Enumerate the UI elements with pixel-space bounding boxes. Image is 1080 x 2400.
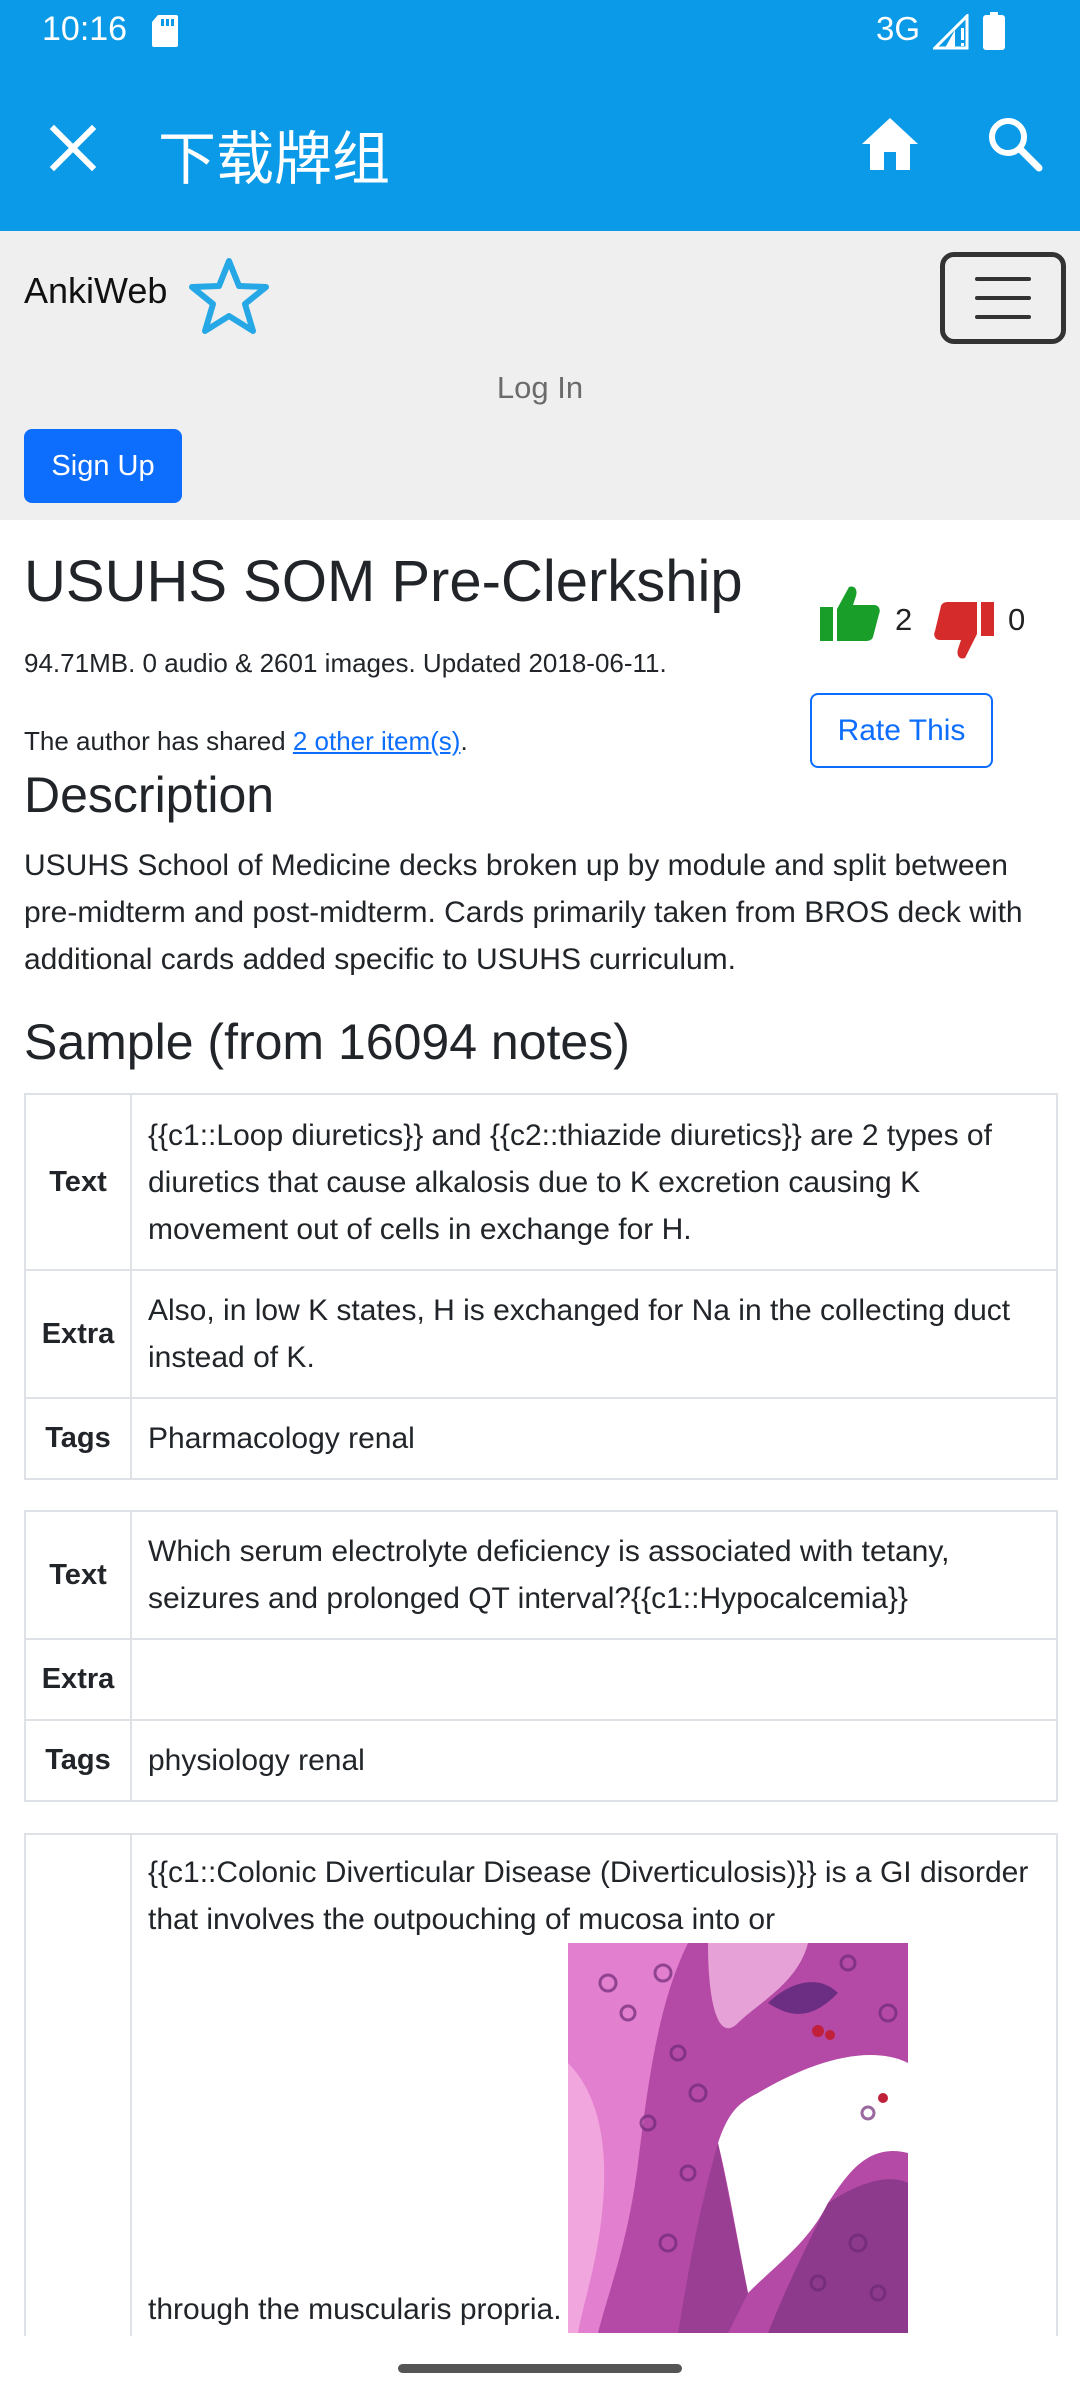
battery-icon [983, 12, 1005, 50]
signup-button[interactable]: Sign Up [24, 429, 182, 503]
note-text-row: {{c1::Colonic Diverticular Disease (Dive… [24, 1833, 1058, 2395]
app-bar-title: 下载牌组 [158, 125, 391, 193]
colon-histology-image [567, 1943, 908, 2333]
sample-note-1: Text {{c1::Loop diuretics}} and {{c2::th… [24, 1093, 1058, 1480]
thumbs-up-icon[interactable] [818, 583, 882, 643]
deck-meta: 94.71MB. 0 audio & 2601 images. Updated … [24, 648, 667, 678]
note-extra-row: Extra Also, in low K states, H is exchan… [24, 1269, 1058, 1399]
close-icon[interactable] [40, 115, 106, 181]
hamburger-menu-icon[interactable] [940, 252, 1066, 344]
shared-prefix: The author has shared [24, 726, 293, 756]
shared-items-line: The author has shared 2 other item(s). [24, 726, 468, 757]
note-tags-row: Tags physiology renal [24, 1719, 1058, 1802]
field-value: Also, in low K states, H is exchanged fo… [130, 1269, 1058, 1399]
field-label: Text [24, 1093, 132, 1271]
ankiweb-brand[interactable]: AnkiWeb [24, 270, 167, 312]
network-type: 3G [876, 10, 921, 47]
description-text: USUHS School of Medicine decks broken up… [24, 849, 1023, 976]
field-value: {{c1::Loop diuretics}} and {{c2::thiazid… [130, 1093, 1058, 1271]
field-text-line-2: through the muscularis propria. [148, 2293, 562, 2326]
field-label [24, 1833, 132, 2395]
description-heading: Description [24, 767, 275, 823]
field-text-line-1: {{c1::Colonic Diverticular Disease (Dive… [148, 1856, 1029, 1936]
other-items-link[interactable]: 2 other item(s) [293, 726, 461, 756]
note-text-row: Text {{c1::Loop diuretics}} and {{c2::th… [24, 1093, 1058, 1271]
home-icon[interactable] [858, 112, 922, 176]
ankiweb-star-logo-icon[interactable] [186, 255, 272, 341]
field-value: Pharmacology renal [130, 1397, 1058, 1480]
deck-title: USUHS SOM Pre-Clerkship [24, 549, 743, 614]
thumbs-down-count: 0 [1008, 602, 1026, 637]
signal-icon [933, 14, 969, 50]
field-value: Which serum electrolyte deficiency is as… [130, 1510, 1058, 1640]
gesture-navigation-bar[interactable] [398, 2364, 682, 2373]
note-extra-row: Extra [24, 1638, 1058, 1721]
field-label: Tags [24, 1397, 132, 1480]
login-link[interactable]: Log In [0, 370, 1080, 406]
field-value [130, 1638, 1058, 1721]
note-text-row: Text Which serum electrolyte deficiency … [24, 1510, 1058, 1640]
status-bar: 10:16 3G [0, 0, 1080, 62]
field-label: Extra [24, 1269, 132, 1399]
thumbs-down-icon[interactable] [932, 600, 996, 662]
sample-note-2: Text Which serum electrolyte deficiency … [24, 1510, 1058, 1802]
field-value: {{c1::Colonic Diverticular Disease (Dive… [130, 1833, 1058, 2395]
field-label: Extra [24, 1638, 132, 1721]
note-tags-row: Tags Pharmacology renal [24, 1397, 1058, 1480]
thumbs-up-count: 2 [895, 602, 913, 637]
status-time: 10:16 [42, 10, 128, 48]
app-top-bar: 10:16 3G 下载牌组 [0, 0, 1080, 231]
shared-suffix: . [460, 726, 468, 756]
rate-this-button[interactable]: Rate This [810, 693, 993, 768]
sd-card-icon [152, 15, 178, 47]
field-label: Tags [24, 1719, 132, 1802]
field-label: Text [24, 1510, 132, 1640]
field-value: physiology renal [130, 1719, 1058, 1802]
search-icon[interactable] [983, 112, 1047, 176]
sample-note-3: {{c1::Colonic Diverticular Disease (Dive… [24, 1833, 1058, 2395]
sample-heading: Sample (from 16094 notes) [24, 1014, 630, 1070]
